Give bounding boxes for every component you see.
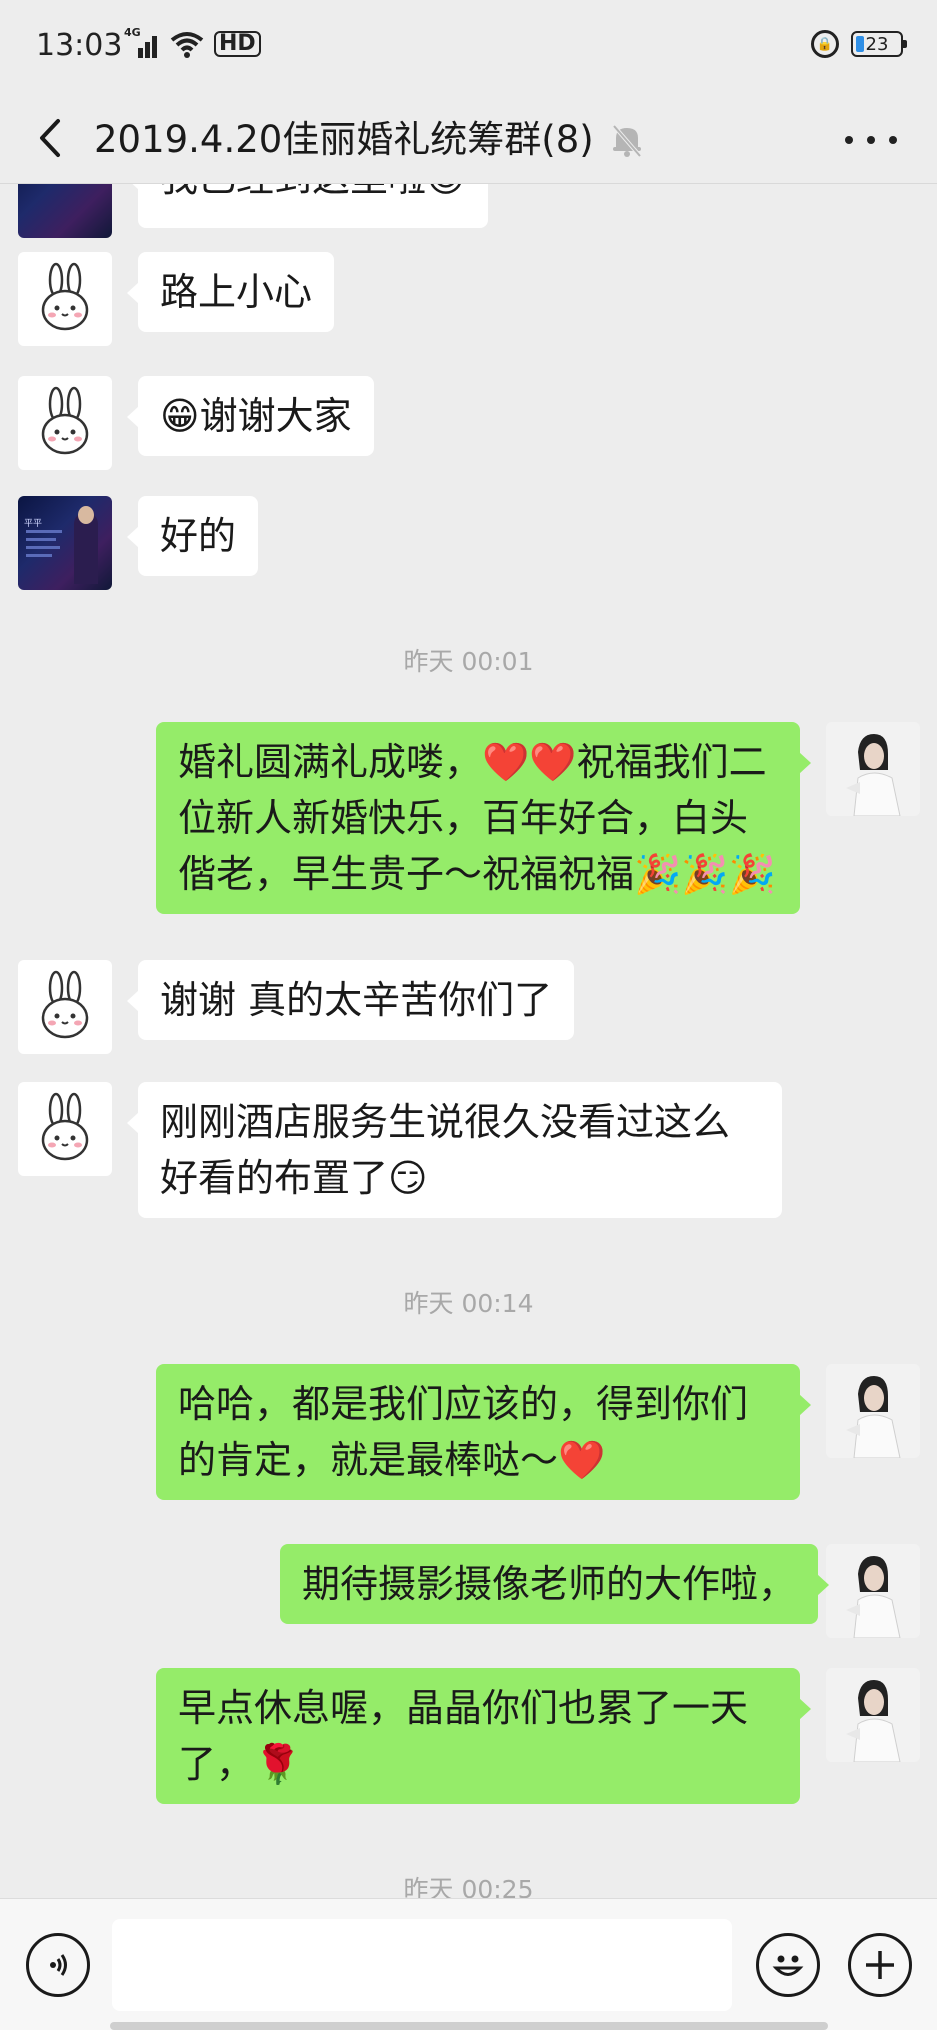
message-bubble[interactable]: 哈哈，都是我们应该的，得到你们的肯定，就是最棒哒～❤️	[156, 1364, 811, 1500]
chat-title: 2019.4.20佳丽婚礼统筹群(8)	[94, 118, 594, 161]
network-type: 4G	[124, 26, 141, 39]
message-bubble[interactable]: 刚刚酒店服务生说很久没看过这么好看的布置了😏	[127, 1082, 782, 1218]
status-bar: 13:03 4G HD 🔒 23	[0, 0, 937, 96]
chat-area[interactable]: 我已经到这里啦😊 路上小心 😁谢谢大家 平平 好	[0, 184, 937, 1898]
status-icons: 4G HD	[124, 26, 261, 58]
voice-icon[interactable]	[26, 1933, 90, 1997]
plus-icon[interactable]	[848, 1933, 912, 1997]
avatar[interactable]	[18, 960, 112, 1054]
timestamp: 昨天 00:01	[403, 647, 534, 676]
woman-avatar-icon	[826, 722, 920, 816]
more-dots-icon[interactable]	[845, 122, 897, 158]
rabbit-avatar-icon	[41, 262, 89, 331]
avatar[interactable]	[18, 184, 112, 238]
avatar[interactable]	[826, 1364, 920, 1458]
battery-level: 23	[865, 33, 889, 55]
avatar[interactable]	[18, 376, 112, 470]
message-bubble[interactable]: 婚礼圆满礼成喽，❤️❤️祝福我们二位新人新婚快乐，百年好合，白头偕老，早生贵子～…	[156, 722, 811, 914]
battery-icon: 23	[851, 31, 907, 57]
message-bubble[interactable]: 期待摄影摄像老师的大作啦，	[280, 1544, 830, 1624]
woman-avatar-icon	[826, 1668, 920, 1762]
avatar[interactable]	[18, 1082, 112, 1176]
avatar-caption: 平平	[24, 519, 43, 529]
timestamp: 昨天 00:25	[403, 1875, 534, 1898]
message-bubble[interactable]: 谢谢 真的太辛苦你们了	[126, 960, 575, 1040]
rabbit-avatar-icon	[41, 1092, 89, 1161]
signal-icon: 4G	[124, 26, 160, 58]
chat-header: 2019.4.20佳丽婚礼统筹群(8)	[0, 96, 937, 184]
emoji-icon[interactable]	[756, 1933, 820, 1997]
rabbit-avatar-icon	[41, 970, 89, 1039]
chevron-left-icon[interactable]	[30, 114, 70, 162]
woman-avatar-icon	[826, 1544, 920, 1638]
hd-icon: HD	[214, 31, 261, 57]
message-bubble[interactable]: 路上小心	[126, 252, 335, 332]
message-bubble[interactable]: 我已经到这里啦😊	[127, 184, 488, 228]
timestamp: 昨天 00:14	[403, 1289, 534, 1318]
avatar[interactable]	[18, 252, 112, 346]
avatar[interactable]	[826, 1544, 920, 1638]
rabbit-avatar-icon	[41, 386, 89, 455]
status-right: 🔒 23	[811, 30, 907, 58]
status-time: 13:03	[36, 28, 123, 63]
rotation-lock-icon: 🔒	[811, 30, 839, 58]
woman-avatar-icon	[826, 1364, 920, 1458]
message-bubble[interactable]: 好的	[126, 496, 259, 576]
message-input[interactable]	[112, 1919, 732, 2011]
input-bar	[0, 1898, 937, 2030]
avatar[interactable]	[826, 1668, 920, 1762]
wifi-icon	[170, 32, 204, 58]
avatar[interactable]	[826, 722, 920, 816]
home-indicator	[110, 2022, 828, 2030]
avatar[interactable]: 平平	[18, 496, 112, 590]
bell-muted-icon	[610, 122, 644, 162]
message-bubble[interactable]: 😁谢谢大家	[127, 376, 374, 456]
message-bubble[interactable]: 早点休息喔，晶晶你们也累了一天了，🌹	[156, 1668, 811, 1804]
